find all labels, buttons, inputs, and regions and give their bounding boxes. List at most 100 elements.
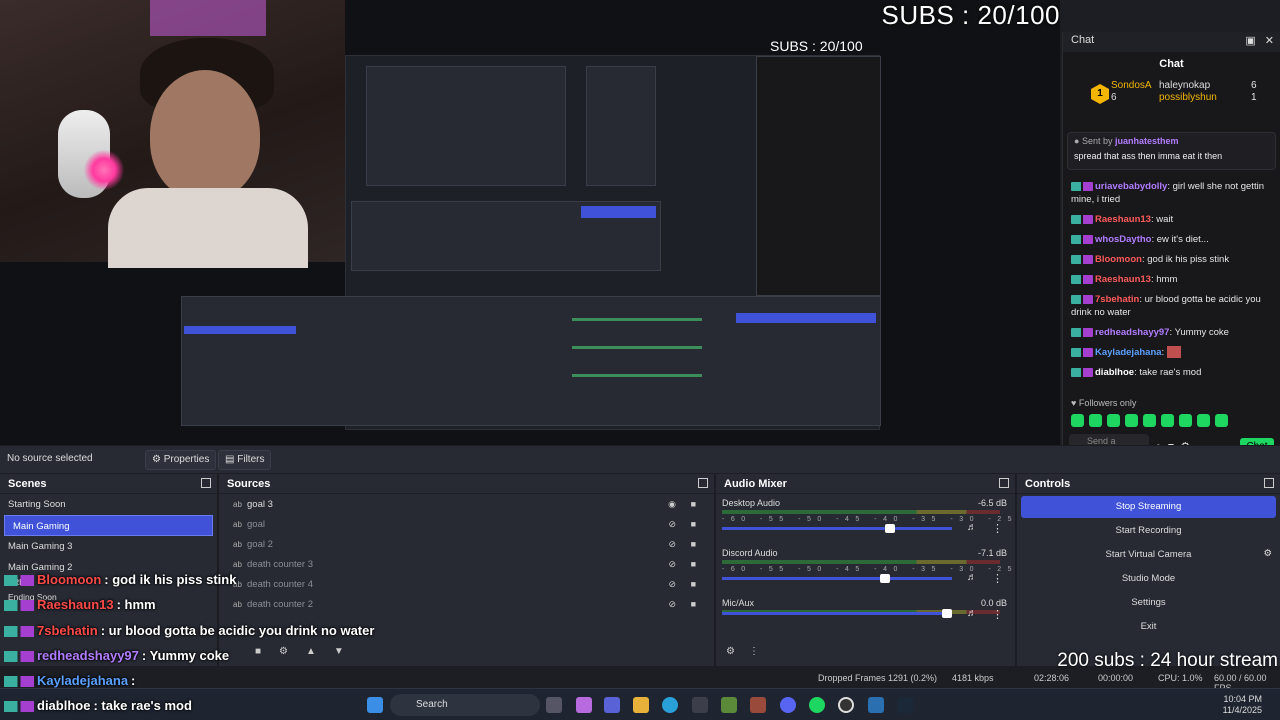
copilot-icon[interactable] (576, 697, 592, 713)
studio-mode-button[interactable]: Studio Mode (1021, 568, 1276, 590)
source-item[interactable]: ab death counter 4 ⊘ ■ (219, 574, 714, 594)
chat-message: Raeshaun13: wait (1071, 213, 1273, 226)
badge-icon (4, 676, 34, 688)
scene-item-active[interactable]: Main Gaming (4, 515, 213, 536)
filters-button[interactable]: ▤ Filters (218, 450, 272, 470)
taskbar-search[interactable]: Search (390, 694, 540, 716)
text-source-icon: ab (233, 520, 242, 529)
mixer-toolbar[interactable]: ⚙⋮ (726, 646, 773, 657)
kebab-menu-icon[interactable]: ⋮ (992, 572, 1003, 585)
settings-button[interactable]: Settings (1021, 592, 1276, 614)
meter-ticks: -60 -55 -50 -45 -40 -35 -30 -25 -20 -15 … (722, 516, 1179, 523)
popout-icon[interactable] (698, 478, 708, 488)
leaderboard-second-user: haleynokap (1159, 80, 1211, 91)
volume-slider[interactable] (722, 609, 952, 618)
scene-item[interactable]: Starting Soon (0, 494, 217, 515)
store-icon[interactable] (692, 697, 708, 713)
slider-knob (942, 609, 952, 618)
popout-icon[interactable]: ▣ (1245, 35, 1255, 47)
mixer-channel: Desktop Audio -6.5 dB -60 -55 -50 -45 -4… (716, 494, 1179, 544)
source-item[interactable]: ab goal ⊘ ■ (219, 514, 714, 534)
steam-icon[interactable] (897, 697, 913, 713)
kebab-menu-icon[interactable]: ⋮ (992, 522, 1003, 535)
emote-icon (1179, 414, 1192, 427)
overlay-chat-line: 7sbehatin: ur blood gotta be acidic you … (4, 623, 374, 638)
popout-icon[interactable] (999, 478, 1009, 488)
dropped-frames: Dropped Frames 1291 (0.2%) (818, 673, 938, 683)
teams-icon[interactable] (604, 697, 620, 713)
badge-icon (1071, 294, 1093, 304)
gift-leaderboard[interactable]: 1 SondosA 6 haleynokap 6 possiblyshun 1 (1063, 74, 1280, 126)
overlay-chat-line: redheadshayy97: Yummy coke (4, 648, 229, 663)
chat-dock-titlebar: Chat ▣ ✕ (1063, 32, 1280, 52)
volume-slider[interactable] (722, 524, 952, 533)
arrow-down-icon: ▼ (333, 646, 362, 657)
exit-button[interactable]: Exit (1021, 616, 1276, 638)
badge-icon (4, 600, 34, 612)
scene-item[interactable]: Main Gaming 3 (0, 536, 217, 557)
speaker-icon[interactable]: ♬ (967, 608, 977, 619)
overlay-chat-line: Bloomoon: god ik his piss stink (4, 572, 236, 587)
popout-icon[interactable] (201, 478, 211, 488)
windows-taskbar: Search 10:04 PM 11/4/2025 (0, 688, 1280, 720)
discord-icon[interactable] (780, 697, 796, 713)
cpu-usage: CPU: 1.0% (1158, 673, 1203, 683)
lock-icon: ■ (690, 539, 696, 549)
mixer-channel: Discord Audio -7.1 dB -60 -55 -50 -45 -4… (716, 544, 1172, 594)
scenes-title: Scenes (8, 478, 47, 490)
lock-icon: ■ (690, 599, 696, 609)
channel-name: Desktop Audio (722, 498, 781, 508)
obs-icon[interactable] (838, 697, 854, 713)
start-icon[interactable] (367, 697, 383, 713)
filter-icon: ▤ (225, 454, 235, 465)
task-view-icon[interactable] (546, 697, 562, 713)
edge-icon[interactable] (662, 697, 678, 713)
badge-icon (1071, 214, 1093, 224)
hidden-icon: ⊘ (668, 519, 676, 529)
chat-message: diablhoe: take rae's mod (1071, 366, 1273, 379)
taskbar-clock[interactable]: 10:04 PM 11/4/2025 (1223, 694, 1262, 716)
start-recording-button[interactable]: Start Recording (1021, 520, 1276, 542)
nested-preview (181, 55, 881, 430)
spotify-icon[interactable] (809, 697, 825, 713)
kebab-menu-icon[interactable]: ⋮ (992, 608, 1003, 621)
app-icon[interactable] (868, 697, 884, 713)
speaker-icon[interactable]: ♬ (967, 522, 977, 533)
stop-streaming-button[interactable]: Stop Streaming (1021, 496, 1276, 518)
source-item[interactable]: ab death counter 3 ⊘ ■ (219, 554, 714, 574)
source-item[interactable]: ab goal 3 ◉ ■ (219, 494, 714, 514)
chat-message-list[interactable]: uriavebabydolly: girl well she not getti… (1063, 180, 1280, 386)
badge-icon (4, 701, 34, 713)
controls-dock: Controls Stop Streaming Start Recording … (1017, 474, 1280, 666)
speaker-icon[interactable]: ♬ (967, 572, 977, 583)
pinned-text: spread that ass then imma eat it then (1074, 151, 1223, 161)
close-icon[interactable]: ✕ (1265, 35, 1274, 47)
overlay-chat-line: diablhoe: take rae's mod (4, 698, 192, 713)
lock-icon: ■ (690, 519, 696, 529)
source-item[interactable]: ab goal 2 ⊘ ■ (219, 534, 714, 554)
start-virtual-camera-button[interactable]: Start Virtual Camera ⚙ (1021, 544, 1276, 566)
pinned-message[interactable]: ● Sent by juanhatesthem spread that ass … (1067, 132, 1276, 170)
minecraft-icon[interactable] (721, 697, 737, 713)
hidden-icon: ⊘ (668, 539, 676, 549)
popout-icon[interactable] (1264, 478, 1274, 488)
hidden-icon: ⊘ (668, 579, 676, 589)
chat-message: 7sbehatin: ur blood gotta be acidic you … (1071, 294, 1261, 318)
followers-only-notice: ♥ Followers only (1071, 398, 1137, 408)
gear-icon: ⚙ (279, 646, 307, 657)
source-item[interactable]: ab death counter 2 ⊘ ■ (219, 594, 714, 614)
text-source-icon: ab (233, 540, 242, 549)
volume-slider[interactable] (722, 574, 952, 583)
badge-icon (1071, 254, 1093, 264)
properties-button[interactable]: ⚙ Properties (145, 450, 217, 470)
badge-icon (1071, 181, 1093, 191)
pinned-sent-by-label: Sent by (1081, 136, 1113, 146)
channel-db: -7.1 dB (977, 548, 1007, 558)
emote-bar[interactable] (1071, 414, 1233, 428)
app-icon[interactable] (750, 697, 766, 713)
emote-icon (1161, 414, 1174, 427)
file-explorer-icon[interactable] (633, 697, 649, 713)
channel-db: 0.0 dB (980, 598, 1007, 608)
rec-time: 00:00:00 (1098, 673, 1134, 683)
source-toolbar[interactable]: ■⚙▲▼ (255, 646, 362, 657)
